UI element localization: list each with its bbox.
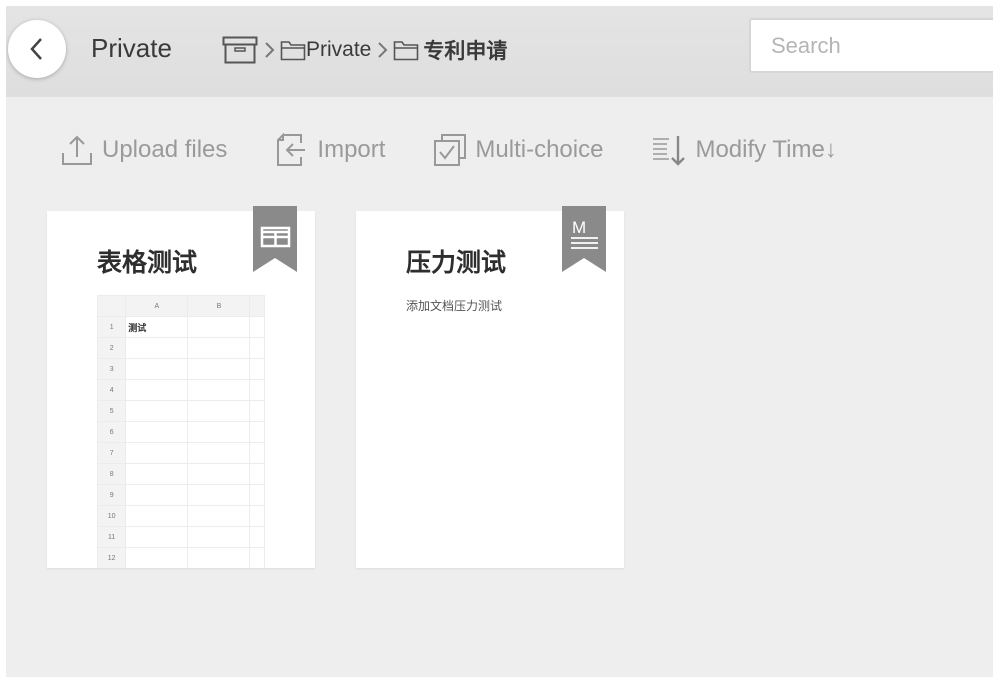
svg-text:M: M [572,218,586,237]
search-input[interactable] [751,20,993,71]
table-row: 3 [97,358,265,380]
multi-choice-button[interactable]: Multi-choice [433,133,603,167]
toolbar: Upload files Import Multi-choice Modify … [60,133,885,167]
sort-modify-time-button[interactable]: Modify Time↓ [651,133,837,167]
markdown-icon: M [562,206,606,272]
breadcrumb-current[interactable]: 专利申请 [393,35,507,65]
back-button[interactable] [8,20,66,78]
file-description: 添加文档压力测试 [406,299,503,313]
table-row: 9 [97,484,265,506]
multi-choice-icon [434,134,467,166]
table-row: 6 [97,421,265,443]
breadcrumb-private[interactable]: Private [280,38,371,62]
breadcrumb-root[interactable] [222,36,258,64]
corner-cell [97,295,127,317]
page-title: Private [91,33,172,63]
chevron-right-icon [262,40,276,60]
table-row: 5 [97,400,265,422]
file-title: 表格测试 [97,249,198,277]
chevron-right-icon [375,40,389,60]
file-card-spreadsheet[interactable]: 表格测试 A B 1 测试 2 3 4 5 6 7 8 9 10 11 12 [47,206,315,568]
table-row: 12 [97,547,265,568]
chevron-left-icon [30,38,42,60]
spreadsheet-preview: A B 1 测试 2 3 4 5 6 7 8 9 10 11 12 [97,295,265,568]
file-title: 压力测试 [406,249,507,277]
table-row: 10 [97,505,265,527]
search-box [749,18,993,73]
table-row: 1 测试 [97,316,265,338]
sort-descending-icon [653,136,686,166]
breadcrumb: Private 专利申请 [222,35,507,65]
file-area: Upload files Import Multi-choice Modify … [6,97,993,677]
file-card-markdown[interactable]: M 压力测试 添加文档压力测试 [356,206,624,568]
upload-files-button[interactable]: Upload files [60,133,227,167]
top-bar: Private Private 专利申请 [6,6,993,97]
breadcrumb-label: 专利申请 [423,40,508,63]
table-row: 4 [97,379,265,401]
column-header: B [187,295,251,317]
breadcrumb-label: Private [306,38,372,61]
import-button[interactable]: Import [275,133,385,167]
column-header [249,295,265,317]
column-header: A [125,295,189,317]
table-row: 8 [97,463,265,485]
table-icon [253,206,297,272]
archive-box-icon [222,36,258,64]
table-row: 7 [97,442,265,464]
app-window: Private Private 专利申请 Upload files [6,6,993,677]
table-row: 11 [97,526,265,548]
upload-icon [62,135,92,165]
folder-icon [394,41,419,61]
import-icon [277,133,306,166]
folder-icon [280,41,306,61]
table-row: 2 [97,337,265,359]
